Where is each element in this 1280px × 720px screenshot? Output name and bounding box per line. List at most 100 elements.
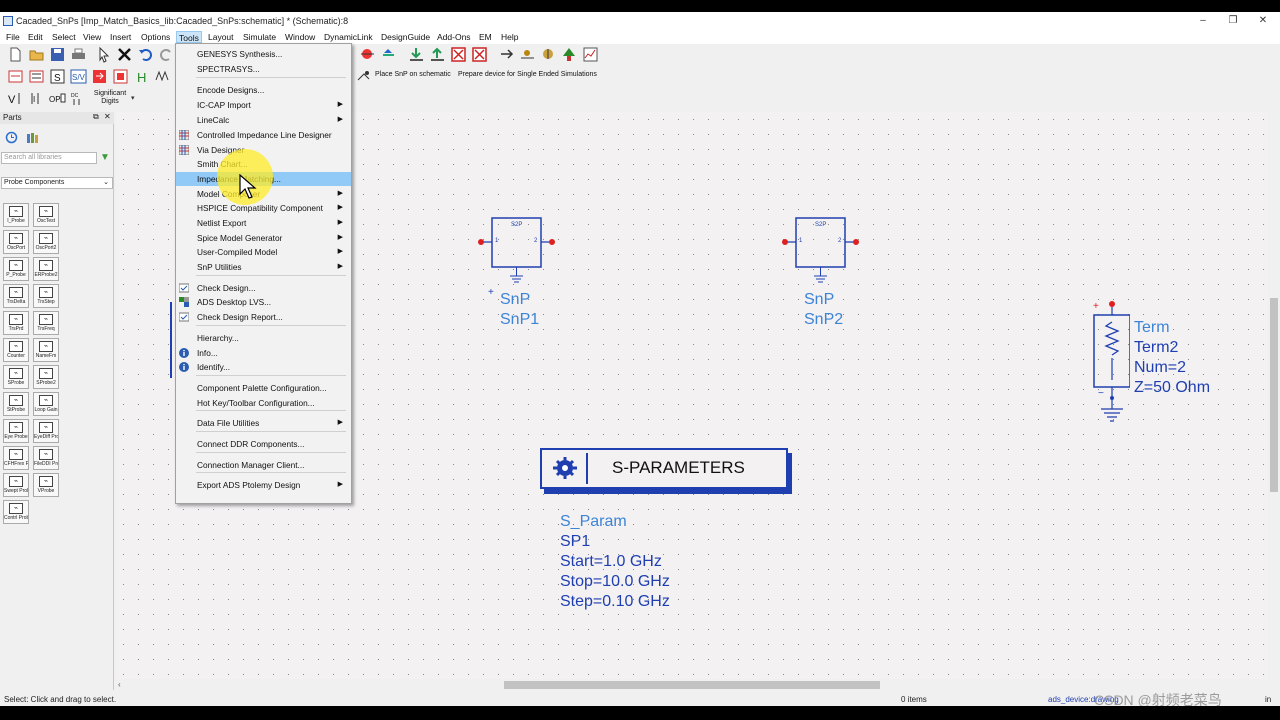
tools-menu-item-data-file-utilities[interactable]: Data File Utilities ▶ (176, 416, 351, 430)
menu-add-ons[interactable]: Add-Ons (435, 31, 473, 43)
tools-menu-item-spice-model-generator[interactable]: Spice Model Generator ▶ (176, 231, 351, 245)
maximize-button[interactable]: ❐ (1226, 15, 1240, 27)
snp-place-icon[interactable] (91, 68, 108, 85)
mirror-icon[interactable] (380, 46, 397, 63)
close-button[interactable]: ✕ (1256, 15, 1270, 27)
simulate-icon[interactable] (561, 46, 578, 63)
new-file-icon[interactable] (7, 46, 24, 63)
sweep-icon[interactable] (154, 68, 171, 85)
voltage-probe-icon[interactable]: V (7, 90, 24, 107)
snp1-type[interactable]: SnP (500, 290, 530, 310)
tools-menu-item-encode-designs[interactable]: Encode Designs... (176, 83, 351, 97)
port-component-icon[interactable] (28, 68, 45, 85)
snp2-type[interactable]: SnP (804, 290, 834, 310)
term-type[interactable]: Term (1134, 318, 1170, 338)
palette-item-contrl-probe[interactable]: ⌁Contrl Probe (3, 500, 29, 524)
sparam-type[interactable]: S_Param (560, 512, 627, 532)
print-icon[interactable] (70, 46, 87, 63)
vertical-scrollbar[interactable] (1268, 112, 1280, 684)
snp1-component[interactable]: S2P 1 2 (476, 204, 566, 284)
op-annotate-icon[interactable]: OP (49, 90, 66, 107)
menu-window[interactable]: Window (283, 31, 317, 43)
tools-menu-item-spectrasys[interactable]: SPECTRASYS... (176, 62, 351, 76)
tools-menu-item-component-palette-configuration[interactable]: Component Palette Configuration... (176, 381, 351, 395)
menu-edit[interactable]: Edit (26, 31, 45, 43)
horizontal-scroll-thumb[interactable] (504, 681, 880, 689)
menu-select[interactable]: Select (50, 31, 78, 43)
library-browser-icon[interactable] (26, 131, 39, 144)
tools-menu-item-snp-utilities[interactable]: SnP Utilities ▶ (176, 260, 351, 274)
prepare-device-label[interactable]: Prepare device for Single Ended Simulati… (458, 71, 597, 78)
current-probe-icon[interactable]: I (28, 90, 45, 107)
place-snp-label[interactable]: Place SnP on schematic (375, 71, 451, 78)
tools-menu-item-user-compiled-model[interactable]: User-Compiled Model ▶ (176, 245, 351, 259)
sparam-stop[interactable]: Stop=10.0 GHz (560, 572, 670, 592)
open-folder-icon[interactable] (28, 46, 45, 63)
menu-designguide[interactable]: DesignGuide (379, 31, 432, 43)
tools-menu-item-connection-manager-client[interactable]: Connection Manager Client... (176, 458, 351, 472)
vertical-scroll-thumb[interactable] (1270, 298, 1278, 492)
tools-menu-item-connect-ddr-components[interactable]: Connect DDR Components... (176, 437, 351, 451)
term-impedance[interactable]: Z=50 Ohm (1134, 378, 1210, 398)
library-select[interactable]: Probe Components ⌄ (1, 177, 113, 189)
s-v-probe-icon[interactable]: S/V (70, 68, 87, 85)
filter-icon[interactable]: ▼ (100, 152, 110, 163)
palette-item-trsstep[interactable]: ⌁ TrsStep (33, 284, 59, 308)
sparam-start[interactable]: Start=1.0 GHz (560, 552, 662, 572)
rotate-component-icon[interactable] (359, 46, 376, 63)
menu-view[interactable]: View (81, 31, 103, 43)
tools-menu-item-ic-cap-import[interactable]: IC-CAP Import ▶ (176, 98, 351, 112)
tools-menu-item-check-design-report[interactable]: Check Design Report... (176, 310, 351, 324)
menu-layout[interactable]: Layout (206, 31, 236, 43)
dc-annotate-icon[interactable]: DC (70, 90, 87, 107)
palette-item-trsdelta[interactable]: ⌁ TrsDelta (3, 284, 29, 308)
s-parameters-controller[interactable]: S-PARAMETERS (540, 448, 792, 494)
tools-menu-item-hierarchy[interactable]: Hierarchy... (176, 331, 351, 345)
menu-em[interactable]: EM (477, 31, 494, 43)
tools-menu-item-hot-key-toolbar-configuration[interactable]: Hot Key/Toolbar Configuration... (176, 396, 351, 410)
deactivate-short-icon[interactable] (471, 46, 488, 63)
pop-out-hierarchy-icon[interactable] (429, 46, 446, 63)
term-num[interactable]: Num=2 (1134, 358, 1186, 378)
wire-label-icon[interactable] (519, 46, 536, 63)
display-data-icon[interactable] (582, 46, 599, 63)
tune-parameters-icon[interactable] (540, 46, 557, 63)
palette-item-cfhfrex-probe[interactable]: ⌁CFHFrex Probe (3, 446, 29, 470)
palette-item-eye-probe[interactable]: ⌁ Eye Probe (3, 419, 29, 443)
palette-item-eyediff-probe[interactable]: ⌁EyeDiff Probe (33, 419, 59, 443)
minimize-button[interactable]: – (1196, 15, 1210, 27)
palette-item-osctest[interactable]: ⌁ OscTest (33, 203, 59, 227)
palette-item-oscport2[interactable]: ⌁ OscPort2 (33, 230, 59, 254)
save-icon[interactable] (49, 46, 66, 63)
undo-icon[interactable] (137, 46, 154, 63)
palette-item-counter[interactable]: ⌁ Counter (3, 338, 29, 362)
tools-menu-item-controlled-impedance-line-designer[interactable]: Controlled Impedance Line Designer (176, 128, 351, 142)
s-component-icon[interactable] (112, 68, 129, 85)
palette-item-fileddi-probe[interactable]: ⌁FileDDI Probe (33, 446, 59, 470)
h-param-icon[interactable]: H (133, 68, 150, 85)
palette-item-namefm[interactable]: ⌁ NameFm (33, 338, 59, 362)
select-pointer-icon[interactable] (95, 46, 112, 63)
tools-menu-item-check-design[interactable]: Check Design... (176, 281, 351, 295)
snp-placement-icon[interactable] (355, 68, 371, 85)
zref-component-icon[interactable] (7, 68, 24, 85)
menu-help[interactable]: Help (499, 31, 520, 43)
term-name[interactable]: Term2 (1134, 338, 1178, 358)
zoom-arrow-icon[interactable] (498, 46, 515, 63)
snp1-name[interactable]: SnP1 (500, 310, 539, 330)
tools-menu-item-ads-desktop-lvs[interactable]: ADS Desktop LVS... (176, 295, 351, 309)
significant-digits-label[interactable]: Significant Digits (92, 90, 128, 106)
scroll-left-icon[interactable]: ‹ (118, 680, 121, 689)
palette-item-stprobe[interactable]: ⌁ StProbe (3, 392, 29, 416)
menu-file[interactable]: File (4, 31, 22, 43)
close-panel-icon[interactable]: ✕ (104, 112, 111, 121)
tools-menu-item-hspice-compatibility-component[interactable]: HSPICE Compatibility Component ▶ (176, 201, 351, 215)
parts-search-input[interactable]: Search all libraries (1, 152, 97, 164)
term-component[interactable]: + − (1090, 298, 1131, 428)
sparam-step[interactable]: Step=0.10 GHz (560, 592, 670, 612)
menu-options[interactable]: Options (139, 31, 172, 43)
tools-menu-item-via-designer[interactable]: Via Designer (176, 143, 351, 157)
palette-item-vprobe[interactable]: ⌁ VProbe (33, 473, 59, 497)
palette-item-trsprd[interactable]: ⌁ TrsPrd (3, 311, 29, 335)
tools-menu-item-info[interactable]: Info... (176, 346, 351, 360)
